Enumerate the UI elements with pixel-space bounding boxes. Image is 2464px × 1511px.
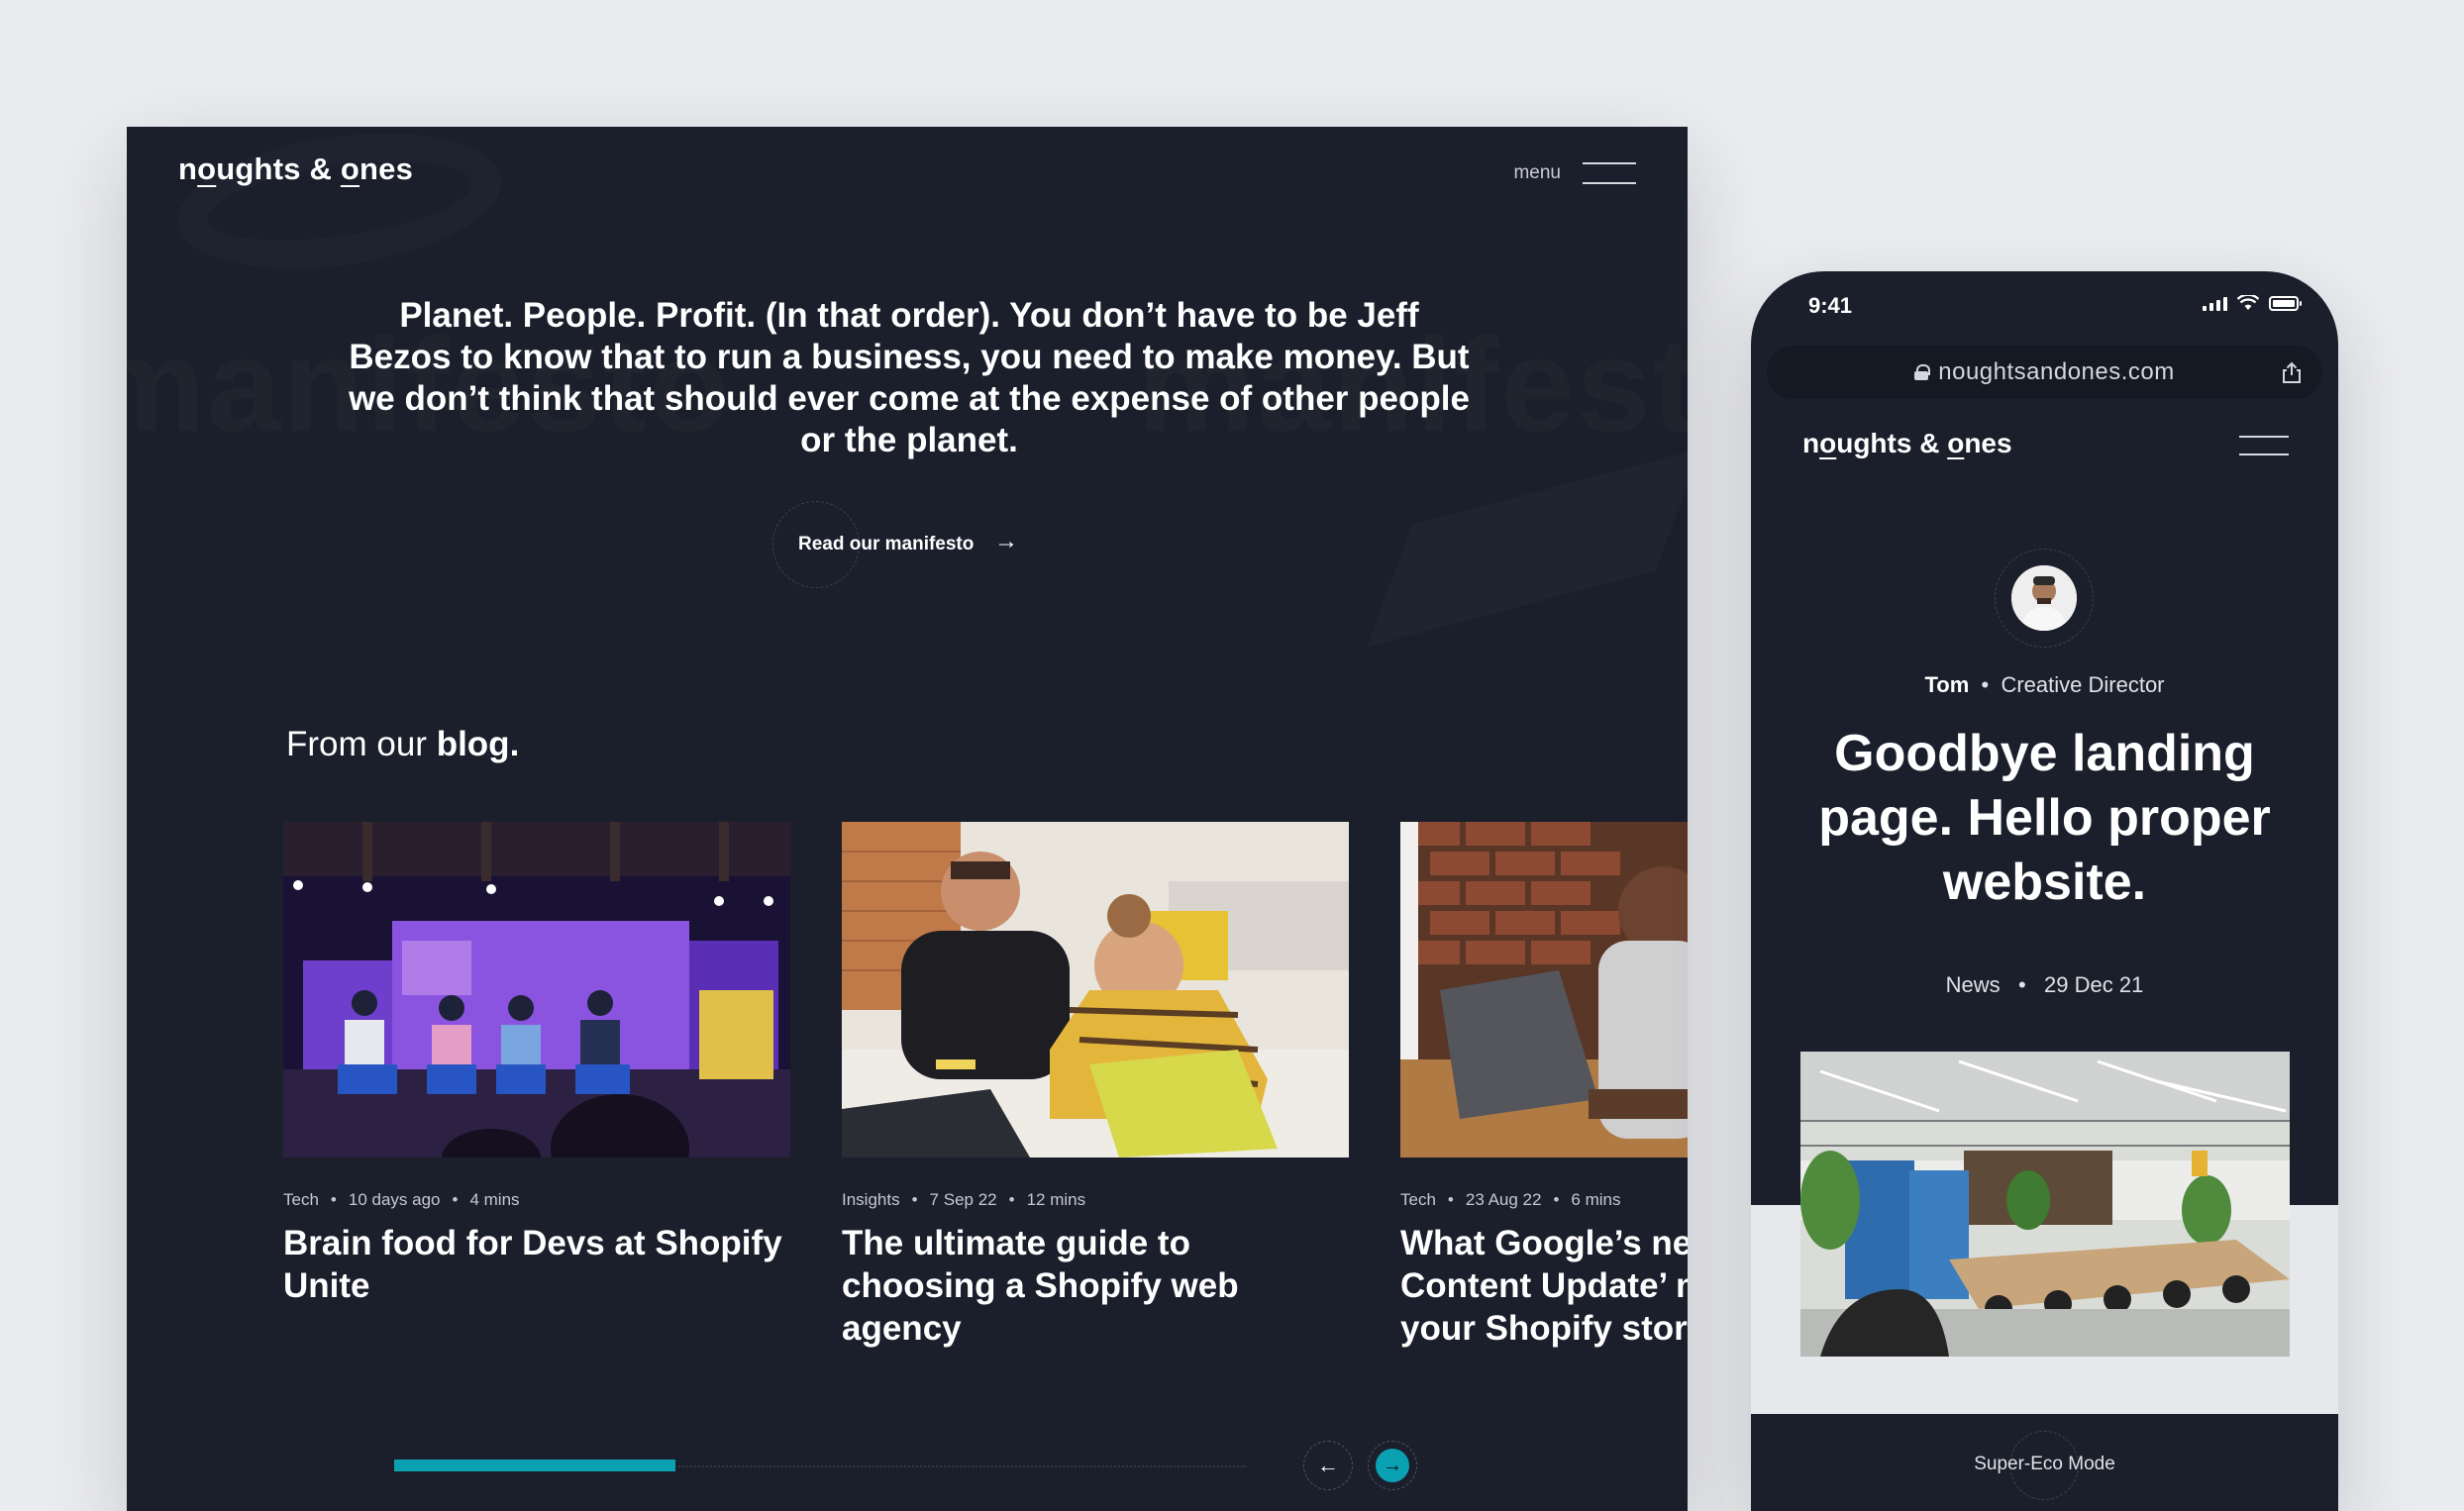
blog-card[interactable]: Tech • 10 days ago • 4 mins Brain food for D… <box>283 822 790 1307</box>
status-icons <box>2203 295 2302 311</box>
address-url: noughtsandones.com <box>1938 358 2175 385</box>
site-logo[interactable]: noughts & ones <box>1802 428 2012 459</box>
blog-card-image-laptop[interactable] <box>1400 822 1688 1158</box>
blog-card-title[interactable]: The ultimate guide to choosing a Shopify … <box>842 1222 1349 1350</box>
meta-separator: • <box>1981 672 1990 697</box>
carousel-progress-bar <box>394 1460 675 1471</box>
site-logo[interactable]: noughts & ones <box>178 151 413 187</box>
author-name: Tom <box>1924 672 1970 697</box>
blog-heading-pre: From our <box>286 725 437 763</box>
read-manifesto-link[interactable]: Read our manifesto <box>798 534 974 555</box>
blog-card-title[interactable]: Brain food for Devs at Shopify Unite <box>283 1222 790 1307</box>
signal-icon <box>2203 295 2227 311</box>
logo-part: o <box>197 151 217 186</box>
eco-mode-label[interactable]: Super-Eco Mode <box>1751 1454 2338 1475</box>
article-category: News <box>1945 972 2001 997</box>
card-title-line: Content Update’ m <box>1400 1266 1688 1305</box>
logo-part: n <box>178 151 198 186</box>
card-date: 10 days ago <box>348 1190 441 1209</box>
mobile-site-preview: 9:41 noughtsandones.com noughts & ones T… <box>1751 271 2338 1511</box>
wifi-icon <box>2237 295 2259 310</box>
logo-part: ughts & <box>1836 428 1948 458</box>
card-title-line: choosing a Shopify web <box>842 1266 1239 1305</box>
card-title-line: your Shopify store <box>1400 1309 1688 1348</box>
card-read-time: 12 mins <box>1026 1190 1086 1209</box>
article-meta: News • 29 Dec 21 <box>1751 972 2338 998</box>
arrow-left-icon: ← <box>1317 1453 1339 1477</box>
lock-icon <box>1914 364 1931 380</box>
card-title-line: The ultimate guide to <box>842 1224 1190 1262</box>
blog-heading: From our blog. <box>286 725 519 764</box>
meta-separator: • <box>1008 1190 1015 1209</box>
meta-separator: • <box>452 1190 459 1209</box>
logo-part: n <box>1802 428 1820 458</box>
logo-part: nes <box>359 151 414 186</box>
article-hero-image <box>1800 1052 2290 1357</box>
card-category: Tech <box>283 1190 319 1209</box>
meta-separator: • <box>1553 1190 1560 1209</box>
card-date: 7 Sep 22 <box>929 1190 997 1209</box>
blog-card-image-office[interactable] <box>842 822 1349 1158</box>
logo-part: o <box>1819 428 1837 458</box>
status-time: 9:41 <box>1808 293 1853 318</box>
carousel-prev-button[interactable]: ← <box>1303 1441 1353 1490</box>
arrow-right-icon[interactable]: → <box>994 528 1018 555</box>
author-avatar <box>2011 565 2077 631</box>
author-line: Tom • Creative Director <box>1751 672 2338 698</box>
meta-separator: • <box>2018 972 2026 997</box>
author-role: Creative Director <box>2001 672 2165 697</box>
logo-part: nes <box>1964 428 2012 458</box>
blog-card-meta: Tech • 23 Aug 22 • 6 mins <box>1400 1190 1688 1210</box>
card-date: 23 Aug 22 <box>1465 1190 1542 1209</box>
logo-part: ughts & <box>216 151 341 186</box>
menu-label: menu <box>1513 162 1561 183</box>
hero-statement: Planet. People. Profit. (In that order).… <box>349 296 1470 459</box>
card-title-line: agency <box>842 1309 962 1348</box>
card-title-line: Unite <box>283 1266 370 1305</box>
card-read-time: 6 mins <box>1571 1190 1621 1209</box>
hamburger-icon[interactable] <box>2239 436 2289 455</box>
card-category: Tech <box>1400 1190 1436 1209</box>
background-slab-decoration <box>1366 448 1688 648</box>
carousel-next-button[interactable]: → <box>1368 1441 1417 1490</box>
card-title-line: Brain food for Devs at Shopify <box>283 1224 782 1262</box>
logo-part: o <box>1947 428 1965 458</box>
desktop-site-preview: manifesto manifesto noughts & ones menu … <box>127 127 1688 1511</box>
card-category: Insights <box>842 1190 900 1209</box>
blog-card-title[interactable]: What Google’s new Content Update’ m your S… <box>1400 1222 1688 1350</box>
battery-icon <box>2269 295 2302 311</box>
article-date: 29 Dec 21 <box>2044 972 2144 997</box>
card-read-time: 4 mins <box>469 1190 520 1209</box>
blog-heading-bold: blog. <box>436 725 520 763</box>
card-title-line: What Google’s new <box>1400 1224 1688 1262</box>
article-title: Goodbye landing page. Hello proper websi… <box>1818 725 2271 911</box>
blog-card[interactable]: Insights • 7 Sep 22 • 12 mins The ultimate g… <box>842 822 1349 1350</box>
share-icon[interactable] <box>2281 361 2303 383</box>
hamburger-icon <box>1583 162 1636 184</box>
menu-button[interactable]: menu <box>1513 162 1636 184</box>
meta-separator: • <box>911 1190 918 1209</box>
arrow-right-icon: → <box>1376 1449 1409 1482</box>
blog-card[interactable]: Tech • 23 Aug 22 • 6 mins What Google’s new C… <box>1400 822 1688 1350</box>
meta-separator: • <box>330 1190 337 1209</box>
blog-card-meta: Tech • 10 days ago • 4 mins <box>283 1190 790 1210</box>
logo-part: o <box>340 151 360 186</box>
address-bar[interactable]: noughtsandones.com <box>1767 346 2322 399</box>
blog-card-image-stage-event[interactable] <box>283 822 790 1158</box>
meta-separator: • <box>1447 1190 1454 1209</box>
blog-card-meta: Insights • 7 Sep 22 • 12 mins <box>842 1190 1349 1210</box>
